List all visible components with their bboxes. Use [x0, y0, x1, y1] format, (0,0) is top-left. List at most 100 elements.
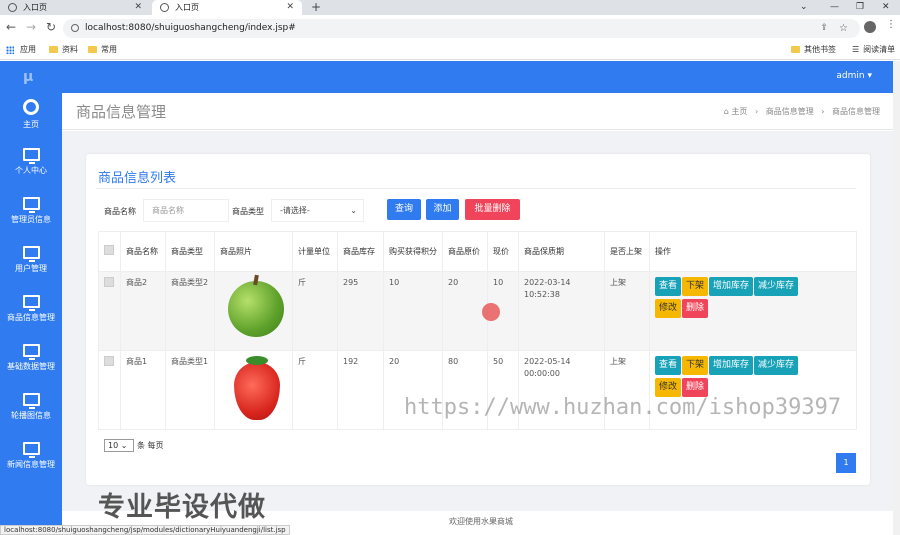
sidebar: μ 主页 个人中心 管理员信息 用户管理 商品信息管理 基础数据管理 轮播图信息…	[0, 61, 62, 535]
forward-icon[interactable]: →	[26, 20, 36, 34]
bookmark-label: 常用	[101, 45, 117, 54]
sidebar-item-label: 个人中心	[15, 166, 47, 175]
bookmark-apps[interactable]: 应用	[6, 44, 36, 55]
info-icon[interactable]	[71, 24, 79, 32]
menu-icon[interactable]: ⋮	[886, 19, 896, 30]
name-filter-input[interactable]: 商品名称	[143, 199, 229, 222]
select-all-checkbox[interactable]	[104, 244, 114, 255]
product-stock: 295	[337, 271, 384, 351]
table-header-row: 商品名称 商品类型 商品照片 计量单位 商品库存 购买获得积分 商品原价 现价 …	[98, 231, 857, 272]
select-value: 10	[108, 441, 119, 450]
page-size-select[interactable]: 10 ⌄	[104, 439, 134, 452]
close-icon[interactable]: ✕	[134, 2, 142, 12]
star-icon[interactable]: ☆	[839, 19, 848, 38]
bookmark-other[interactable]: 其他书签	[791, 44, 836, 55]
profile-icon[interactable]	[864, 21, 876, 33]
add-stock-button[interactable]: 增加库存	[709, 277, 754, 296]
bookmark-folder[interactable]: 资料	[49, 44, 78, 55]
scrollbar[interactable]	[893, 61, 900, 535]
browser-tab-bar: 入口页 ✕ 入口页 ✕ + ⌄ — ❐ ✕	[0, 0, 900, 15]
browser-tab[interactable]: 入口页 ✕	[0, 0, 150, 15]
sidebar-item-base-data[interactable]: 基础数据管理	[0, 344, 62, 393]
card-title: 商品信息列表	[98, 171, 177, 186]
divider	[96, 188, 856, 189]
sidebar-item-carousel[interactable]: 轮播图信息	[0, 393, 62, 442]
sidebar-item-profile[interactable]: 个人中心	[0, 148, 62, 197]
sidebar-item-news[interactable]: 新闻信息管理	[0, 442, 62, 491]
product-list-card: 商品信息列表 商品名称 商品名称 商品类型 -请选择- ⌄ 查询 添加 批量删除…	[86, 154, 870, 485]
page-button[interactable]: 1	[836, 453, 856, 473]
back-icon[interactable]: ←	[6, 20, 16, 34]
promo-overlay: 专业毕设代做	[98, 492, 266, 523]
folder-icon	[49, 46, 58, 53]
bookmarks-bar: 应用 资料 常用 其他书签 ☰ 阅读清单	[0, 41, 900, 60]
close-icon[interactable]: ✕	[286, 2, 294, 12]
url-input[interactable]: localhost:8080/shuiguoshangcheng/index.j…	[63, 19, 860, 38]
query-button[interactable]: 查询	[387, 199, 421, 220]
actions-cell: 查看 下架 增加库存 减少库存 修改 删除	[649, 271, 857, 351]
delist-button[interactable]: 下架	[682, 277, 709, 296]
sidebar-item-users[interactable]: 用户管理	[0, 246, 62, 295]
product-unit: 斤	[292, 350, 338, 430]
add-stock-button[interactable]: 增加库存	[709, 356, 754, 375]
product-stock: 192	[337, 350, 384, 430]
column-header[interactable]: 商品库存	[337, 231, 384, 272]
product-expiry: 2022-03-14 10:52:38	[518, 271, 605, 351]
product-unit: 斤	[292, 271, 338, 351]
column-header[interactable]: 商品名称	[120, 231, 166, 272]
reduce-stock-button[interactable]: 减少库存	[754, 277, 799, 296]
sidebar-item-label: 主页	[23, 120, 39, 129]
chevron-down-icon[interactable]: ⌄	[800, 0, 808, 14]
globe-icon	[160, 3, 169, 12]
share-icon[interactable]: ⇪	[820, 19, 828, 38]
column-header[interactable]: 商品保质期	[518, 231, 605, 272]
user-menu[interactable]: admin ▾	[836, 71, 872, 81]
monitor-icon	[22, 442, 40, 458]
reduce-stock-button[interactable]: 减少库存	[754, 356, 799, 375]
type-filter-select[interactable]: -请选择- ⌄	[271, 199, 364, 222]
breadcrumb-item[interactable]: 商品信息管理	[766, 107, 814, 116]
product-photo-cell	[214, 350, 293, 430]
sidebar-item-home[interactable]: 主页	[0, 99, 62, 148]
batch-delete-button[interactable]: 批量删除	[465, 199, 520, 220]
column-header[interactable]: 计量单位	[292, 231, 338, 272]
delist-button[interactable]: 下架	[682, 356, 709, 375]
row-checkbox[interactable]	[104, 277, 114, 287]
home-icon: ⌂	[723, 107, 729, 116]
sidebar-item-products[interactable]: 商品信息管理	[0, 295, 62, 344]
reload-icon[interactable]: ↻	[46, 20, 56, 34]
breadcrumb-item[interactable]: 主页	[731, 107, 747, 116]
bookmark-reading-list[interactable]: ☰ 阅读清单	[852, 44, 895, 55]
column-header[interactable]: 商品类型	[165, 231, 215, 272]
view-button[interactable]: 查看	[655, 277, 682, 296]
product-name: 商品1	[120, 350, 166, 430]
sidebar-item-label: 用户管理	[15, 264, 47, 273]
row-checkbox[interactable]	[104, 356, 114, 366]
column-header[interactable]: 现价	[487, 231, 519, 272]
new-tab-icon[interactable]: +	[311, 0, 321, 15]
minimize-icon[interactable]: —	[830, 0, 839, 14]
product-photo-cell	[214, 271, 293, 351]
monitor-icon	[22, 344, 40, 360]
column-header[interactable]: 商品原价	[442, 231, 488, 272]
monitor-icon	[22, 246, 40, 262]
delete-button[interactable]: 删除	[682, 299, 709, 318]
column-header[interactable]: 是否上架	[604, 231, 650, 272]
dashboard-icon	[23, 99, 39, 115]
close-window-icon[interactable]: ✕	[882, 0, 890, 14]
strawberry-image	[234, 356, 280, 420]
edit-button[interactable]: 修改	[655, 299, 682, 318]
bookmark-label: 其他书签	[804, 45, 836, 54]
restore-icon[interactable]: ❐	[856, 0, 864, 14]
type-filter-label: 商品类型	[232, 207, 264, 216]
column-header[interactable]: 购买获得积分	[383, 231, 443, 272]
sidebar-item-label: 新闻信息管理	[7, 460, 55, 469]
browser-tab-active[interactable]: 入口页 ✕	[152, 0, 302, 15]
bookmark-folder[interactable]: 常用	[88, 44, 117, 55]
add-button[interactable]: 添加	[426, 199, 459, 220]
view-button[interactable]: 查看	[655, 356, 682, 375]
reading-list-icon: ☰	[852, 45, 860, 54]
sidebar-item-admins[interactable]: 管理员信息	[0, 197, 62, 246]
column-header: 操作	[649, 231, 857, 272]
row-select-cell	[98, 350, 121, 430]
